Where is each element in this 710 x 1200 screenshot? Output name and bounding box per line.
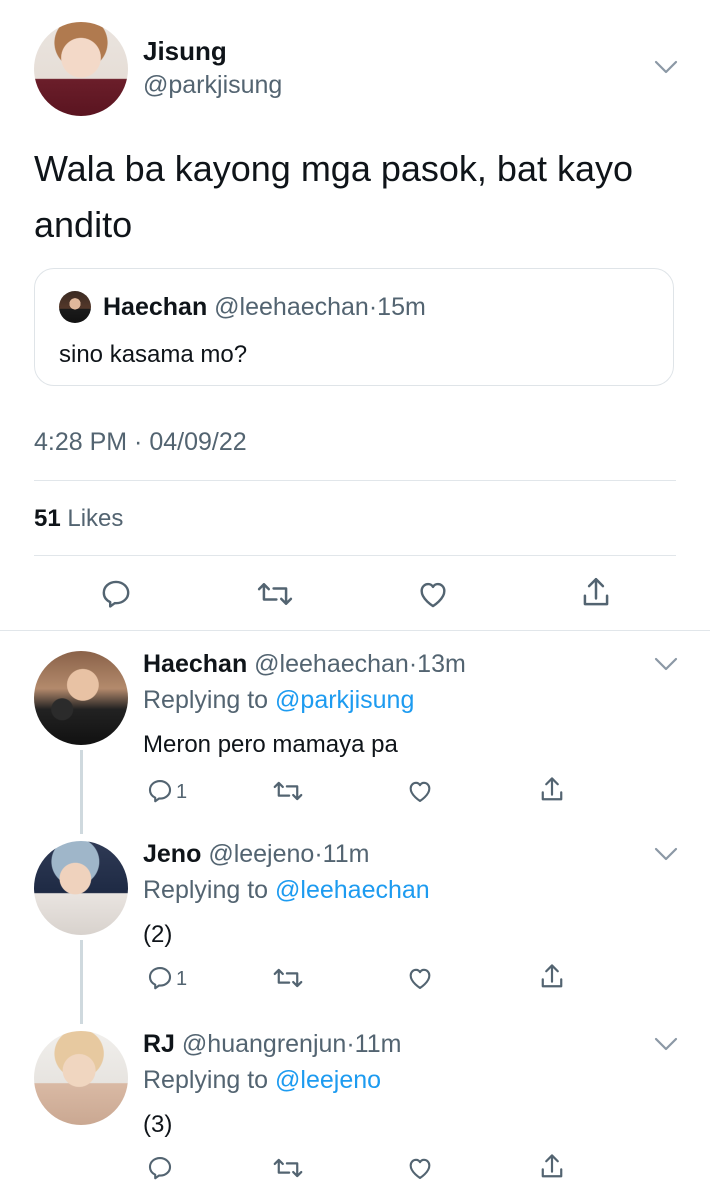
reply-time: 11m — [322, 840, 370, 868]
replying-prefix: Replying to — [143, 1066, 269, 1094]
avatar-haechan[interactable] — [34, 651, 128, 745]
replying-to: Replying to @parkjisung — [143, 686, 414, 715]
divider — [34, 480, 676, 481]
retweet-icon[interactable] — [273, 964, 303, 992]
reply-icon[interactable] — [146, 964, 174, 992]
reply-text: Meron pero mamaya pa — [143, 731, 398, 758]
chevron-down-icon[interactable] — [654, 847, 678, 861]
quote-header: Haechan @leehaechan·15m — [103, 293, 426, 322]
divider — [0, 630, 710, 631]
quote-author-name: Haechan — [103, 293, 208, 321]
retweet-icon[interactable] — [257, 577, 293, 611]
thread-connector — [80, 940, 83, 1024]
replying-prefix: Replying to — [143, 686, 269, 714]
reply-separator: · — [408, 650, 418, 678]
replying-prefix: Replying to — [143, 876, 269, 904]
heart-icon[interactable] — [406, 964, 434, 992]
reply-text: (3) — [143, 1111, 173, 1138]
quote-separator: · — [368, 293, 378, 321]
reply-header: Jeno @leejeno·11m — [143, 840, 369, 869]
quoted-tweet[interactable]: Haechan @leehaechan·15m sino kasama mo? — [34, 268, 674, 386]
chevron-down-icon[interactable] — [654, 657, 678, 671]
retweet-icon[interactable] — [273, 1154, 303, 1182]
share-icon[interactable] — [538, 962, 566, 992]
reply-author-name[interactable]: Haechan — [143, 650, 247, 678]
quote-time: 15m — [377, 293, 426, 321]
reply-author-handle[interactable]: @leehaechan — [254, 650, 409, 678]
reply-separator: · — [346, 1030, 355, 1058]
reply-header: Haechan @leehaechan·13m — [143, 650, 466, 679]
reply-author-handle[interactable]: @huangrenjun — [182, 1030, 346, 1058]
reply-count: 1 — [176, 968, 188, 990]
tweet-timestamp: 4:28 PM · 04/09/22 — [34, 428, 247, 456]
avatar-jisung[interactable] — [34, 22, 128, 116]
likes-count: 51 — [34, 505, 61, 532]
reply-author-name[interactable]: RJ — [143, 1030, 175, 1058]
avatar-rj[interactable] — [34, 1031, 128, 1125]
retweet-icon[interactable] — [273, 777, 303, 805]
reply-separator: · — [314, 840, 323, 868]
reply-time: 13m — [417, 650, 466, 678]
replying-to: Replying to @leehaechan — [143, 876, 430, 905]
tweet-text-line1: Wala ba kayong mga pasok, bat kayo — [34, 148, 634, 189]
share-icon[interactable] — [538, 775, 566, 805]
tweet-text-line2: andito — [34, 204, 133, 245]
likes-stat[interactable]: 51 Likes — [34, 505, 123, 533]
reply-time: 11m — [354, 1030, 402, 1058]
chevron-down-icon[interactable] — [654, 60, 678, 74]
reply-count: 1 — [176, 781, 188, 803]
reply-header: RJ @huangrenjun·11m — [143, 1030, 401, 1059]
thread-connector — [80, 750, 83, 834]
quote-text: sino kasama mo? — [59, 341, 248, 368]
reply-author-name[interactable]: Jeno — [143, 840, 201, 868]
likes-label: Likes — [67, 505, 124, 532]
heart-icon[interactable] — [406, 1154, 434, 1182]
replying-handle-link[interactable]: @parkjisung — [275, 686, 414, 714]
reply-text: (2) — [143, 921, 173, 948]
heart-icon[interactable] — [416, 577, 450, 611]
replying-handle-link[interactable]: @leehaechan — [275, 876, 430, 904]
author-name[interactable]: Jisung — [143, 36, 227, 67]
quote-author-handle: @leehaechan — [214, 293, 369, 321]
divider — [34, 555, 676, 556]
replying-to: Replying to @leejeno — [143, 1066, 381, 1095]
author-handle[interactable]: @parkjisung — [143, 71, 282, 100]
share-icon[interactable] — [579, 575, 613, 611]
replying-handle-link[interactable]: @leejeno — [275, 1066, 381, 1094]
avatar-jeno[interactable] — [34, 841, 128, 935]
reply-icon[interactable] — [146, 1154, 174, 1182]
reply-icon[interactable] — [146, 777, 174, 805]
chevron-down-icon[interactable] — [654, 1037, 678, 1051]
avatar-haechan-small — [59, 291, 91, 323]
share-icon[interactable] — [538, 1152, 566, 1182]
reply-icon[interactable] — [99, 577, 133, 611]
reply-author-handle[interactable]: @leejeno — [208, 840, 314, 868]
heart-icon[interactable] — [406, 777, 434, 805]
